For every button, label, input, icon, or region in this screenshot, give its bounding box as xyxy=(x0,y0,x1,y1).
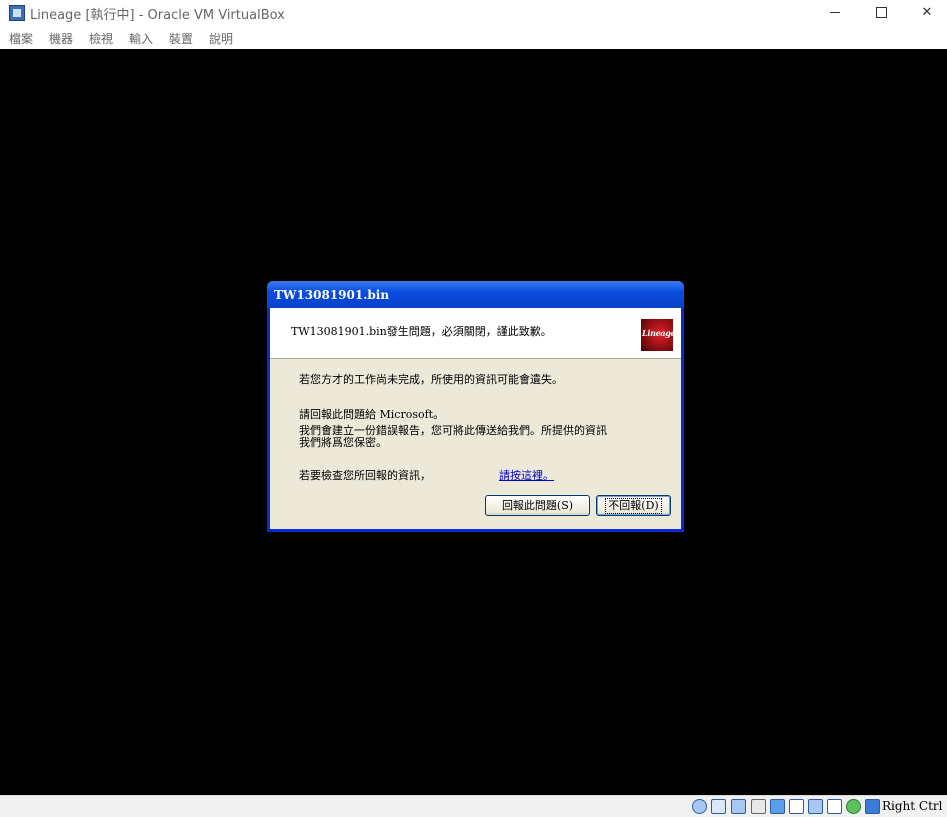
close-icon: ✕ xyxy=(921,5,933,20)
menu-machine[interactable]: 機器 xyxy=(49,30,73,47)
optical-drive-icon[interactable] xyxy=(711,799,726,814)
virtualbox-icon xyxy=(9,5,25,21)
window-title: Lineage [執行中] - Oracle VM VirtualBox xyxy=(30,8,285,23)
maximize-button[interactable] xyxy=(858,0,904,26)
dont-send-button[interactable]: 不回報(D) xyxy=(596,495,671,516)
error-message: TW13081901.bin發生問題，必須關閉，謹此致歉。 xyxy=(291,325,552,338)
minimize-button[interactable] xyxy=(812,0,858,26)
menu-input[interactable]: 輸入 xyxy=(129,30,153,47)
title-bar[interactable]: Lineage [執行中] - Oracle VM VirtualBox ✕ xyxy=(0,0,947,26)
video-capture-icon[interactable] xyxy=(827,799,842,814)
maximize-icon xyxy=(875,7,887,18)
host-key-label: Right Ctrl xyxy=(882,799,943,813)
menu-view[interactable]: 檢視 xyxy=(89,30,113,47)
dialog-title: TW13081901.bin xyxy=(274,288,390,302)
menu-file[interactable]: 檔案 xyxy=(9,30,33,47)
display-icon[interactable] xyxy=(808,799,823,814)
virtualization-icon[interactable] xyxy=(846,799,861,814)
minimize-icon xyxy=(830,12,840,13)
data-loss-warning: 若您方才的工作尚未完成，所使用的資訊可能會遺失。 xyxy=(299,373,563,386)
logo-text: Lineage xyxy=(642,328,673,338)
hard-disk-icon[interactable] xyxy=(692,799,707,814)
view-report-text: 若要檢查您所回報的資訊， xyxy=(299,469,431,482)
dialog-body: TW13081901.bin發生問題，必須關閉，謹此致歉。 Lineage 若您… xyxy=(270,308,681,529)
lineage-logo-icon: Lineage xyxy=(641,319,673,351)
report-request-text: 請回報此問題給 Microsoft。 xyxy=(299,408,445,421)
usb-icon[interactable] xyxy=(770,799,785,814)
error-dialog: TW13081901.bin TW13081901.bin發生問題，必須關閉，謹… xyxy=(267,281,684,532)
dont-send-label: 不回報(D) xyxy=(605,498,662,514)
close-button[interactable]: ✕ xyxy=(904,0,947,26)
shared-folders-icon[interactable] xyxy=(789,799,804,814)
report-description-line2: 我們將爲您保密。 xyxy=(299,436,387,449)
menu-devices[interactable]: 裝置 xyxy=(169,30,193,47)
dialog-title-bar[interactable]: TW13081901.bin xyxy=(267,281,684,308)
send-report-button[interactable]: 回報此問題(S) xyxy=(485,495,590,516)
menu-bar: 檔案 機器 檢視 輸入 裝置 說明 xyxy=(0,27,947,49)
view-report-link[interactable]: 請按這裡。 xyxy=(499,467,554,483)
keyboard-capture-icon[interactable] xyxy=(865,799,880,814)
audio-icon[interactable] xyxy=(731,799,746,814)
status-bar: Right Ctrl xyxy=(0,795,947,817)
network-icon[interactable] xyxy=(751,799,766,814)
menu-help[interactable]: 說明 xyxy=(209,30,233,47)
dialog-header: TW13081901.bin發生問題，必須關閉，謹此致歉。 Lineage xyxy=(270,308,681,359)
virtualbox-window: Lineage [執行中] - Oracle VM VirtualBox ✕ 檔… xyxy=(0,0,947,817)
